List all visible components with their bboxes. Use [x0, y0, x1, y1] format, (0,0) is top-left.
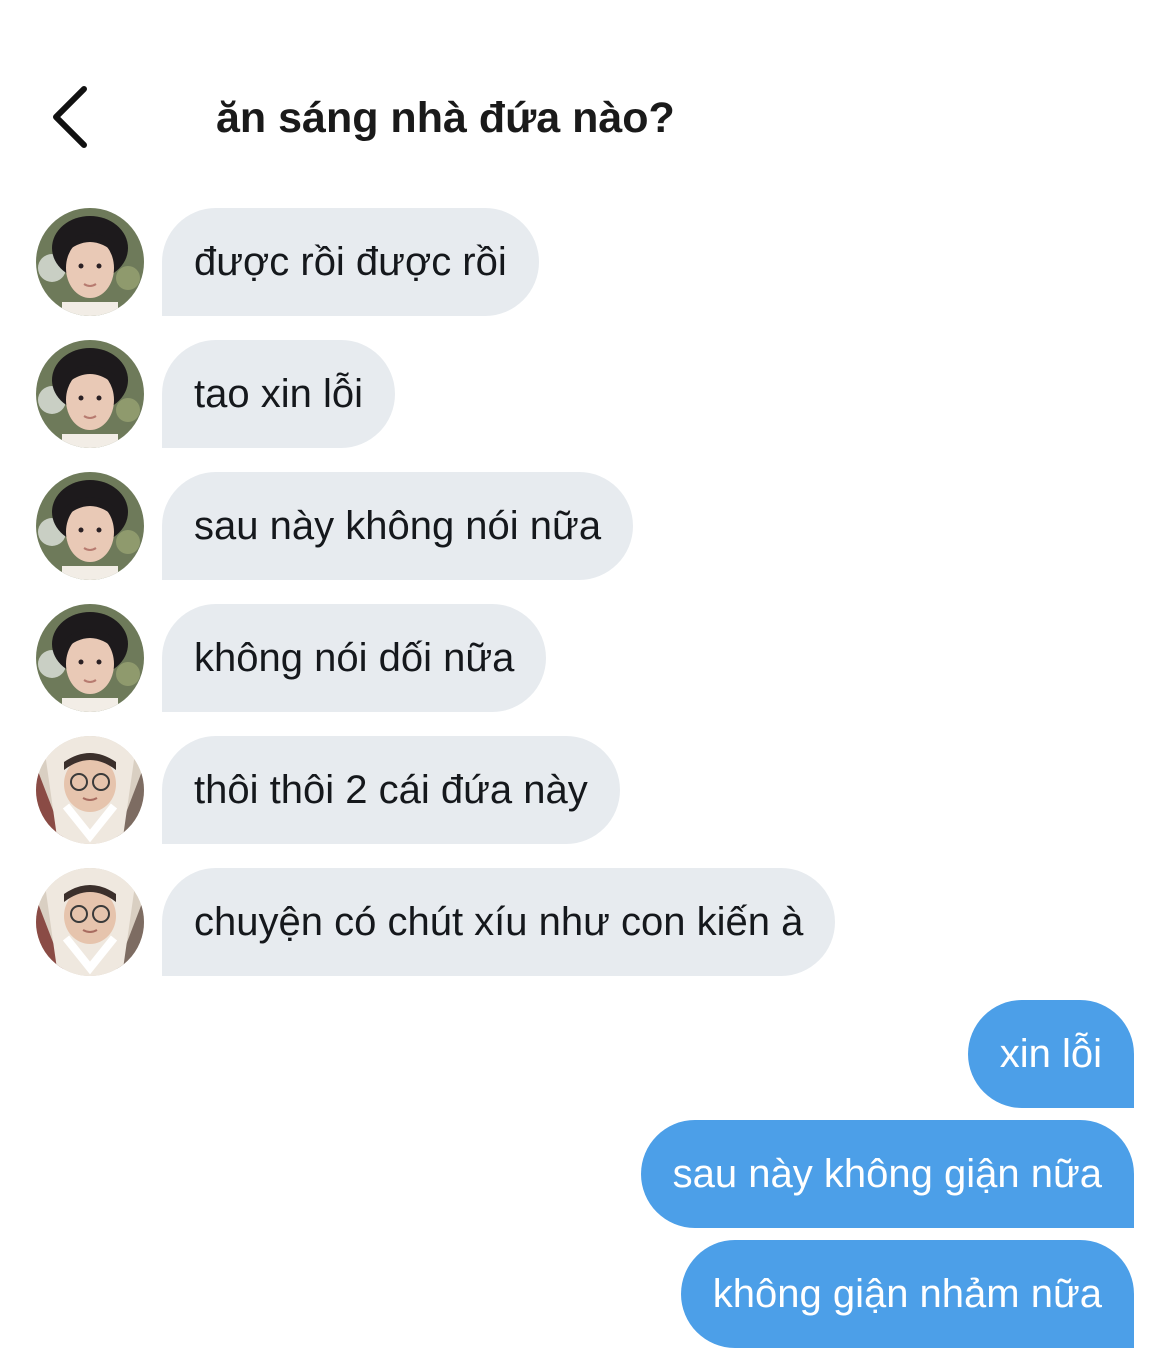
avatar[interactable]: [36, 736, 144, 844]
chat-title: ăn sáng nhà đứa nào?: [216, 94, 675, 142]
message-bubble[interactable]: thôi thôi 2 cái đứa này: [162, 736, 620, 844]
avatar[interactable]: [36, 868, 144, 976]
chevron-left-icon: [53, 86, 87, 148]
avatar[interactable]: [36, 340, 144, 448]
message-bubble-outgoing[interactable]: xin lỗi: [967, 1000, 1134, 1108]
message-bubble-outgoing[interactable]: sau này không giận nữa: [640, 1120, 1134, 1228]
message-bubble-outgoing[interactable]: không giận nhảm nữa: [680, 1240, 1134, 1348]
avatar[interactable]: [36, 472, 144, 580]
avatar[interactable]: [36, 208, 144, 316]
message-bubble[interactable]: được rồi được rồi: [162, 208, 539, 316]
message-bubble[interactable]: không nói dối nữa: [162, 604, 547, 712]
chat-header: ăn sáng nhà đứa nào?: [0, 0, 1169, 200]
message-bubble[interactable]: sau này không nói nữa: [162, 472, 634, 580]
message-bubble[interactable]: chuyện có chút xíu như con kiến à: [162, 868, 836, 976]
message-bubble[interactable]: tao xin lỗi: [162, 340, 395, 448]
avatar[interactable]: [36, 604, 144, 712]
back-button[interactable]: [40, 82, 96, 152]
